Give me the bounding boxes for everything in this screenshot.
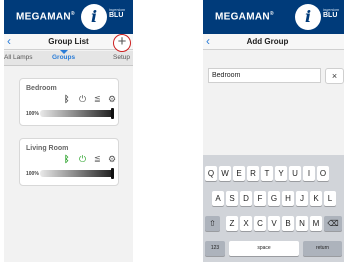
key-a[interactable]: A (212, 191, 224, 206)
key-t[interactable]: T (261, 166, 273, 181)
key-q[interactable]: Q (205, 166, 217, 181)
tab-setup[interactable]: Setup (113, 54, 130, 61)
key-y[interactable]: Y (275, 166, 287, 181)
group-card-bedroom[interactable]: Bedroom ᛒ ⏻ ≦ ⚙ 100% (19, 78, 119, 126)
power-icon[interactable]: ⏻ (79, 153, 86, 165)
key-k[interactable]: K (310, 191, 322, 206)
group-controls: ᛒ ⏻ ≦ ⚙ (64, 153, 120, 165)
key-u[interactable]: U (289, 166, 301, 181)
key-n[interactable]: N (296, 216, 308, 231)
brand-header: MEGAMAN® i ingenium BLU (203, 0, 344, 34)
scene-icon[interactable]: ≦ (94, 93, 101, 105)
brightness-slider-handle[interactable] (111, 168, 114, 179)
key-m[interactable]: M (310, 216, 322, 231)
megaman-logo: MEGAMAN® (215, 11, 274, 23)
group-card-living-room[interactable]: Living Room ᛒ ⏻ ≦ ⚙ 100% (19, 138, 119, 186)
space-key[interactable]: space (229, 241, 299, 256)
bluetooth-icon[interactable]: ᛒ (64, 153, 69, 165)
group-name: Bedroom (26, 85, 57, 92)
brand-blu-label: BLU (323, 12, 338, 19)
gear-icon[interactable]: ⚙ (108, 153, 116, 165)
key-d[interactable]: D (240, 191, 252, 206)
navigation-bar: ‹ Add Group (203, 34, 344, 50)
key-x[interactable]: X (240, 216, 252, 231)
key-f[interactable]: F (254, 191, 266, 206)
tab-groups[interactable]: Groups (52, 54, 75, 61)
add-group-screen: MEGAMAN® i ingenium BLU ‹ Add Group × Q … (203, 0, 344, 262)
key-l[interactable]: L (324, 191, 336, 206)
key-i[interactable]: I (303, 166, 315, 181)
key-v[interactable]: V (268, 216, 280, 231)
brand-blu-label: BLU (109, 12, 124, 19)
clear-input-button[interactable]: × (325, 68, 344, 84)
backspace-key[interactable]: ⌫ (324, 216, 342, 231)
key-e[interactable]: E (233, 166, 245, 181)
tab-bar: All Lamps Groups Setup (4, 50, 133, 66)
info-icon[interactable]: i (295, 4, 321, 30)
key-r[interactable]: R (247, 166, 259, 181)
page-title: Add Group (246, 37, 289, 46)
key-j[interactable]: J (296, 191, 308, 206)
group-list-screen: MEGAMAN® i ingenium BLU ‹ Group List All… (4, 0, 133, 262)
return-key[interactable]: return (303, 241, 342, 256)
shift-key[interactable]: ⇧ (205, 216, 220, 231)
on-screen-keyboard: Q W E R T Y U I O A S D F G H J K L ⇧ Z … (203, 155, 344, 262)
group-name-field[interactable] (208, 68, 321, 83)
tab-all-lamps[interactable]: All Lamps (4, 54, 33, 61)
brightness-slider[interactable] (40, 108, 114, 119)
power-icon[interactable]: ⏻ (79, 93, 86, 105)
group-name: Living Room (26, 145, 69, 152)
key-b[interactable]: B (282, 216, 294, 231)
add-group-button[interactable]: + (113, 34, 131, 52)
key-g[interactable]: G (268, 191, 280, 206)
brightness-slider[interactable] (40, 168, 114, 179)
brand-header: MEGAMAN® i ingenium BLU (4, 0, 133, 34)
key-o[interactable]: O (317, 166, 329, 181)
key-s[interactable]: S (226, 191, 238, 206)
scene-icon[interactable]: ≦ (94, 153, 101, 165)
gear-icon[interactable]: ⚙ (108, 93, 116, 105)
numbers-key[interactable]: 123 (205, 241, 225, 256)
brightness-label: 100% (26, 111, 39, 117)
bluetooth-icon[interactable]: ᛒ (64, 93, 69, 105)
group-name-input[interactable] (209, 69, 320, 82)
info-icon[interactable]: i (81, 4, 107, 30)
key-w[interactable]: W (219, 166, 231, 181)
key-c[interactable]: C (254, 216, 266, 231)
megaman-logo: MEGAMAN® (16, 11, 75, 23)
key-z[interactable]: Z (226, 216, 238, 231)
brightness-slider-handle[interactable] (111, 108, 114, 119)
group-controls: ᛒ ⏻ ≦ ⚙ (64, 93, 120, 105)
key-h[interactable]: H (282, 191, 294, 206)
brightness-label: 100% (26, 171, 39, 177)
